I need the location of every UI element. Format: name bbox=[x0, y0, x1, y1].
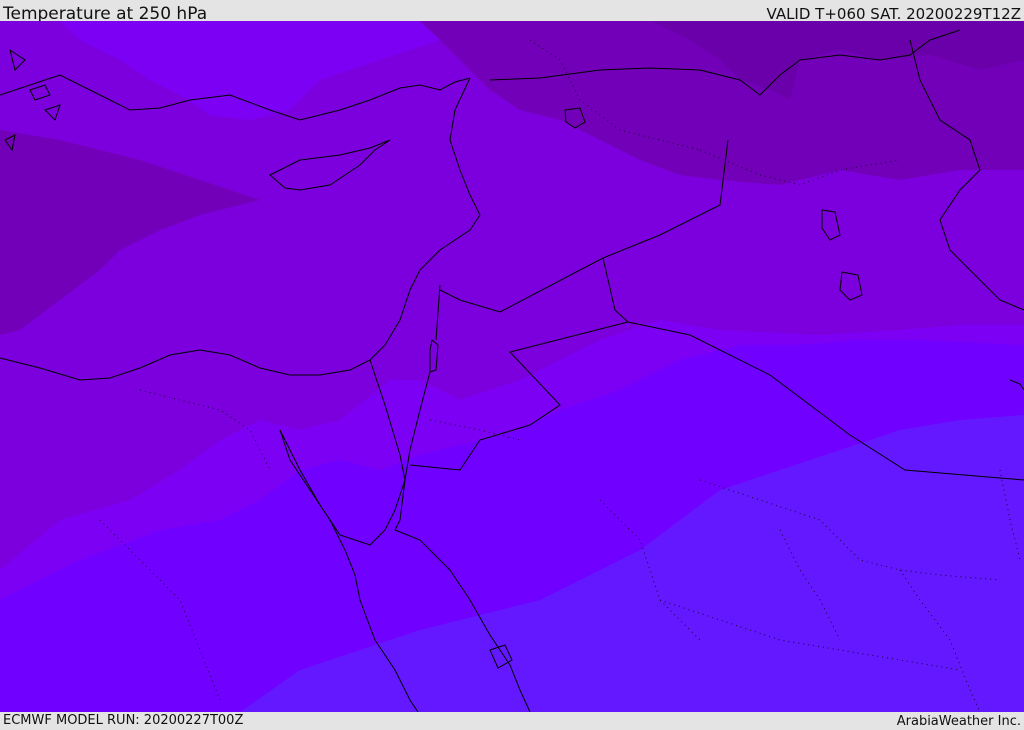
provider-credit: ArabiaWeather Inc. bbox=[896, 714, 1021, 729]
header-bar: Temperature at 250 hPa VALID T+060 SAT. … bbox=[0, 0, 1024, 24]
map-canvas bbox=[0, 21, 1024, 712]
weather-map[interactable] bbox=[0, 21, 1024, 712]
footer-bar: ECMWF MODEL RUN: 20200227T00Z ArabiaWeat… bbox=[0, 712, 1024, 729]
model-run: ECMWF MODEL RUN: 20200227T00Z bbox=[3, 713, 244, 728]
